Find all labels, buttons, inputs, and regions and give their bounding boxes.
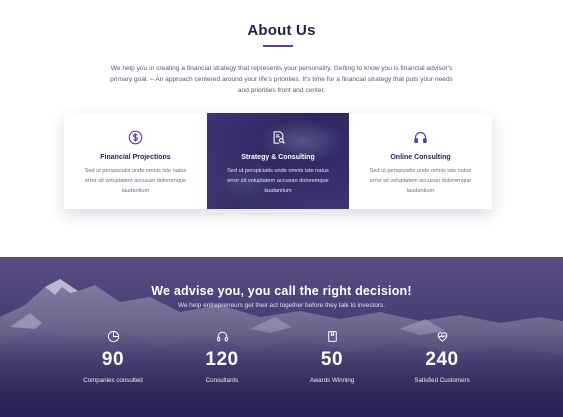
stat-label: Consultants bbox=[205, 377, 239, 384]
service-card-strategy-consulting[interactable]: Strategy & Consulting Sed ut perspiciati… bbox=[207, 113, 349, 209]
book-icon bbox=[272, 330, 392, 344]
hero-subtitle: We help entrepreneurs get their act toge… bbox=[178, 302, 385, 309]
document-search-icon bbox=[207, 130, 349, 146]
stat-label: Awards Winning bbox=[309, 377, 355, 384]
stat-value: 50 bbox=[320, 349, 344, 370]
stat-consultants: 120 Consultants bbox=[162, 330, 282, 384]
stat-value: 240 bbox=[425, 349, 459, 370]
about-title: About Us bbox=[247, 22, 316, 39]
heart-pulse-icon bbox=[382, 330, 502, 344]
service-card-title: Financial Projections bbox=[100, 154, 171, 161]
headphones-icon bbox=[162, 330, 282, 344]
service-card-text: Sed ut perspiciatis unde omnis iste natu… bbox=[227, 168, 329, 194]
stat-label: Companies consulted bbox=[83, 377, 143, 384]
stat-label: Satisfied Customers bbox=[414, 377, 470, 384]
service-card-title: Strategy & Consulting bbox=[241, 154, 315, 161]
title-underline bbox=[263, 45, 293, 47]
stat-value: 90 bbox=[101, 349, 125, 370]
service-card-financial-projections[interactable]: Financial Projections Sed ut perspiciati… bbox=[64, 113, 207, 209]
service-card-text: Sed ut perspiciatis unde omnis iste natu… bbox=[369, 168, 472, 194]
about-section: About Us We help you in creating a finan… bbox=[0, 0, 563, 257]
hero-title: We advise you, you call the right decisi… bbox=[151, 284, 412, 298]
headphones-icon bbox=[349, 130, 492, 146]
pie-chart-icon bbox=[53, 330, 173, 344]
service-card-online-consulting[interactable]: Online Consulting Sed ut perspiciatis un… bbox=[349, 113, 492, 209]
stat-awards-winning: 50 Awards Winning bbox=[272, 330, 392, 384]
stat-companies-consulted: 90 Companies consulted bbox=[53, 330, 173, 384]
service-card-title: Online Consulting bbox=[390, 154, 451, 161]
stat-value: 120 bbox=[205, 349, 239, 370]
stat-satisfied-customers: 240 Satisfied Customers bbox=[382, 330, 502, 384]
service-card-text: Sed ut perspiciatis unde omnis iste natu… bbox=[84, 168, 187, 194]
stats-hero-section: We advise you, you call the right decisi… bbox=[0, 257, 563, 417]
dollar-circle-icon bbox=[64, 130, 207, 146]
services-cards: Financial Projections Sed ut perspiciati… bbox=[64, 113, 492, 209]
about-intro-text: We help you in creating a financial stra… bbox=[110, 65, 453, 94]
